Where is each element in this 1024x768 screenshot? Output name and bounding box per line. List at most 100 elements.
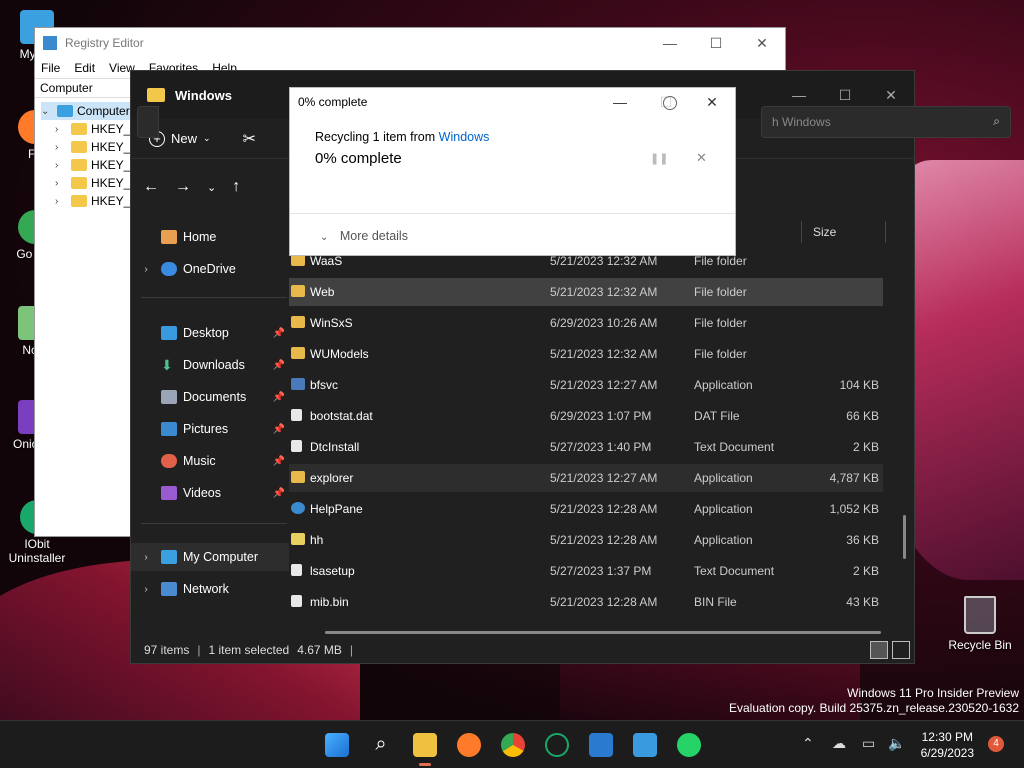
folder-icon bbox=[71, 159, 87, 171]
folder-icon bbox=[147, 88, 165, 102]
computer-icon bbox=[161, 550, 177, 564]
recent-locations-chevron-icon[interactable]: ⌄ bbox=[207, 181, 216, 194]
folder-icon bbox=[71, 195, 87, 207]
vertical-scrollbar[interactable] bbox=[903, 515, 906, 559]
nav-divider bbox=[141, 297, 287, 298]
menu-file[interactable]: File bbox=[41, 61, 60, 75]
application-icon bbox=[291, 378, 305, 390]
chrome-taskbar-icon[interactable] bbox=[501, 733, 525, 757]
pin-icon[interactable]: 📌 bbox=[273, 392, 285, 403]
nav-item-home[interactable]: Home bbox=[131, 223, 289, 251]
pin-icon[interactable]: 📌 bbox=[273, 328, 285, 339]
status-bar: 97 items | 1 item selected 4.67 MB | bbox=[131, 637, 916, 663]
chevron-right-icon[interactable]: › bbox=[55, 196, 67, 207]
download-icon: ⬇ bbox=[161, 357, 173, 373]
file-row[interactable]: Web 5/21/2023 12:32 AM File folder bbox=[289, 278, 883, 306]
file-row[interactable]: explorer 5/21/2023 12:27 AM Application … bbox=[289, 464, 883, 492]
nav-item-pictures[interactable]: Pictures 📌 bbox=[131, 415, 289, 443]
firefox-taskbar-icon[interactable] bbox=[457, 733, 481, 757]
help-icon bbox=[291, 502, 305, 514]
paint-taskbar-icon[interactable] bbox=[633, 733, 657, 757]
file-row[interactable]: bootstat.dat 6/29/2023 1:07 PM DAT File … bbox=[289, 402, 883, 430]
desktop-icon-recycle-bin[interactable]: Recycle Bin bbox=[940, 596, 1020, 652]
chevron-right-icon[interactable]: › bbox=[55, 178, 67, 189]
nav-item-desktop[interactable]: Desktop 📌 bbox=[131, 319, 289, 347]
column-header-size[interactable]: Size bbox=[813, 225, 836, 239]
volume-icon[interactable]: 🔈 bbox=[888, 735, 905, 752]
file-row[interactable]: bfsvc 5/21/2023 12:27 AM Application 104… bbox=[289, 371, 883, 399]
pin-icon[interactable]: 📌 bbox=[273, 456, 285, 467]
close-button[interactable]: ✕ bbox=[868, 87, 914, 104]
pin-icon[interactable]: 📌 bbox=[273, 360, 285, 371]
minimize-button[interactable]: — bbox=[597, 94, 643, 111]
address-bar[interactable] bbox=[137, 106, 159, 138]
cut-icon[interactable]: ✂ bbox=[243, 129, 256, 149]
home-icon bbox=[161, 230, 177, 244]
explorer-tab-title[interactable]: Windows bbox=[175, 88, 232, 103]
chevron-down-icon[interactable]: ⌄ bbox=[41, 106, 53, 117]
pictures-icon bbox=[161, 422, 177, 436]
pin-icon[interactable]: 📌 bbox=[273, 488, 285, 499]
nav-item-onedrive[interactable]: › OneDrive bbox=[131, 255, 289, 283]
regedit-title: Registry Editor bbox=[65, 36, 144, 50]
folder-icon bbox=[291, 316, 305, 328]
notification-badge[interactable]: 4 bbox=[988, 736, 1004, 752]
file-row[interactable]: HelpPane 5/21/2023 12:28 AM Application … bbox=[289, 495, 883, 523]
search-input[interactable]: h Windows ⌕ bbox=[761, 106, 1011, 138]
horizontal-scrollbar[interactable] bbox=[325, 631, 881, 634]
chevron-right-icon[interactable]: › bbox=[55, 124, 67, 135]
minimize-button[interactable]: — bbox=[647, 35, 693, 52]
folder-icon bbox=[71, 141, 87, 153]
folder-icon bbox=[291, 347, 305, 359]
whatsapp-taskbar-icon[interactable] bbox=[677, 733, 701, 757]
progress-titlebar[interactable]: 0% complete — ☐ ✕ bbox=[290, 88, 735, 116]
tiles-view-button[interactable] bbox=[892, 641, 910, 659]
pause-icon[interactable]: ❚❚ bbox=[650, 152, 668, 165]
up-arrow-icon[interactable]: ↑ bbox=[232, 178, 240, 196]
nav-item-my-computer[interactable]: › My Computer bbox=[131, 543, 289, 571]
taskbar-clock[interactable]: 12:30 PM 6/29/2023 bbox=[921, 729, 974, 761]
close-button[interactable]: ✕ bbox=[739, 35, 785, 52]
cancel-icon[interactable]: ✕ bbox=[696, 150, 707, 166]
file-row[interactable]: WUModels 5/21/2023 12:32 AM File folder bbox=[289, 340, 883, 368]
details-view-button[interactable] bbox=[870, 641, 888, 659]
nav-item-videos[interactable]: Videos 📌 bbox=[131, 479, 289, 507]
nav-item-network[interactable]: › Network bbox=[131, 575, 289, 603]
search-icon[interactable]: ⌕ bbox=[369, 733, 393, 757]
file-icon bbox=[291, 595, 302, 607]
source-folder-link[interactable]: Windows bbox=[439, 130, 490, 144]
chevron-up-icon[interactable]: ⌃ bbox=[802, 735, 814, 752]
chevron-right-icon[interactable]: › bbox=[55, 160, 67, 171]
file-row[interactable]: mib.bin 5/21/2023 12:28 AM BIN File 43 K… bbox=[289, 588, 883, 616]
regedit-titlebar[interactable]: Registry Editor — ☐ ✕ bbox=[35, 28, 785, 58]
pin-icon[interactable]: 📌 bbox=[273, 424, 285, 435]
recycle-progress-dialog[interactable]: 0% complete — ☐ ✕ Recycling 1 item from … bbox=[289, 87, 736, 256]
maximize-button[interactable]: ☐ bbox=[822, 87, 868, 104]
iobit-taskbar-icon[interactable] bbox=[545, 733, 569, 757]
file-row[interactable]: hh 5/21/2023 12:28 AM Application 36 KB bbox=[289, 526, 883, 554]
chevron-right-icon[interactable]: › bbox=[55, 142, 67, 153]
network-icon bbox=[161, 582, 177, 596]
folder-icon bbox=[71, 177, 87, 189]
menu-edit[interactable]: Edit bbox=[74, 61, 95, 75]
forward-arrow-icon[interactable]: → bbox=[175, 178, 191, 196]
nav-item-music[interactable]: Music 📌 bbox=[131, 447, 289, 475]
file-explorer-taskbar-icon[interactable] bbox=[413, 733, 437, 766]
minimize-button[interactable]: — bbox=[776, 87, 822, 104]
close-button[interactable]: ✕ bbox=[689, 94, 735, 111]
display-icon[interactable]: ▭ bbox=[862, 735, 875, 752]
cloud-offline-icon[interactable]: ☁ bbox=[832, 735, 846, 752]
chevron-right-icon[interactable]: › bbox=[131, 584, 161, 595]
chevron-right-icon[interactable]: › bbox=[131, 552, 161, 563]
back-arrow-icon[interactable]: ← bbox=[143, 178, 159, 196]
more-details-toggle[interactable]: ⌄ More details bbox=[320, 229, 408, 243]
registry-editor-taskbar-icon[interactable] bbox=[589, 733, 613, 757]
nav-item-documents[interactable]: Documents 📌 bbox=[131, 383, 289, 411]
file-row[interactable]: DtcInstall 5/27/2023 1:40 PM Text Docume… bbox=[289, 433, 883, 461]
file-row[interactable]: lsasetup 5/27/2023 1:37 PM Text Document… bbox=[289, 557, 883, 585]
start-icon[interactable] bbox=[325, 733, 349, 757]
nav-item-downloads[interactable]: ⬇ Downloads 📌 bbox=[131, 351, 289, 379]
file-row[interactable]: WinSxS 6/29/2023 10:26 AM File folder bbox=[289, 309, 883, 337]
maximize-button[interactable]: ☐ bbox=[693, 35, 739, 52]
chevron-right-icon[interactable]: › bbox=[131, 264, 161, 275]
